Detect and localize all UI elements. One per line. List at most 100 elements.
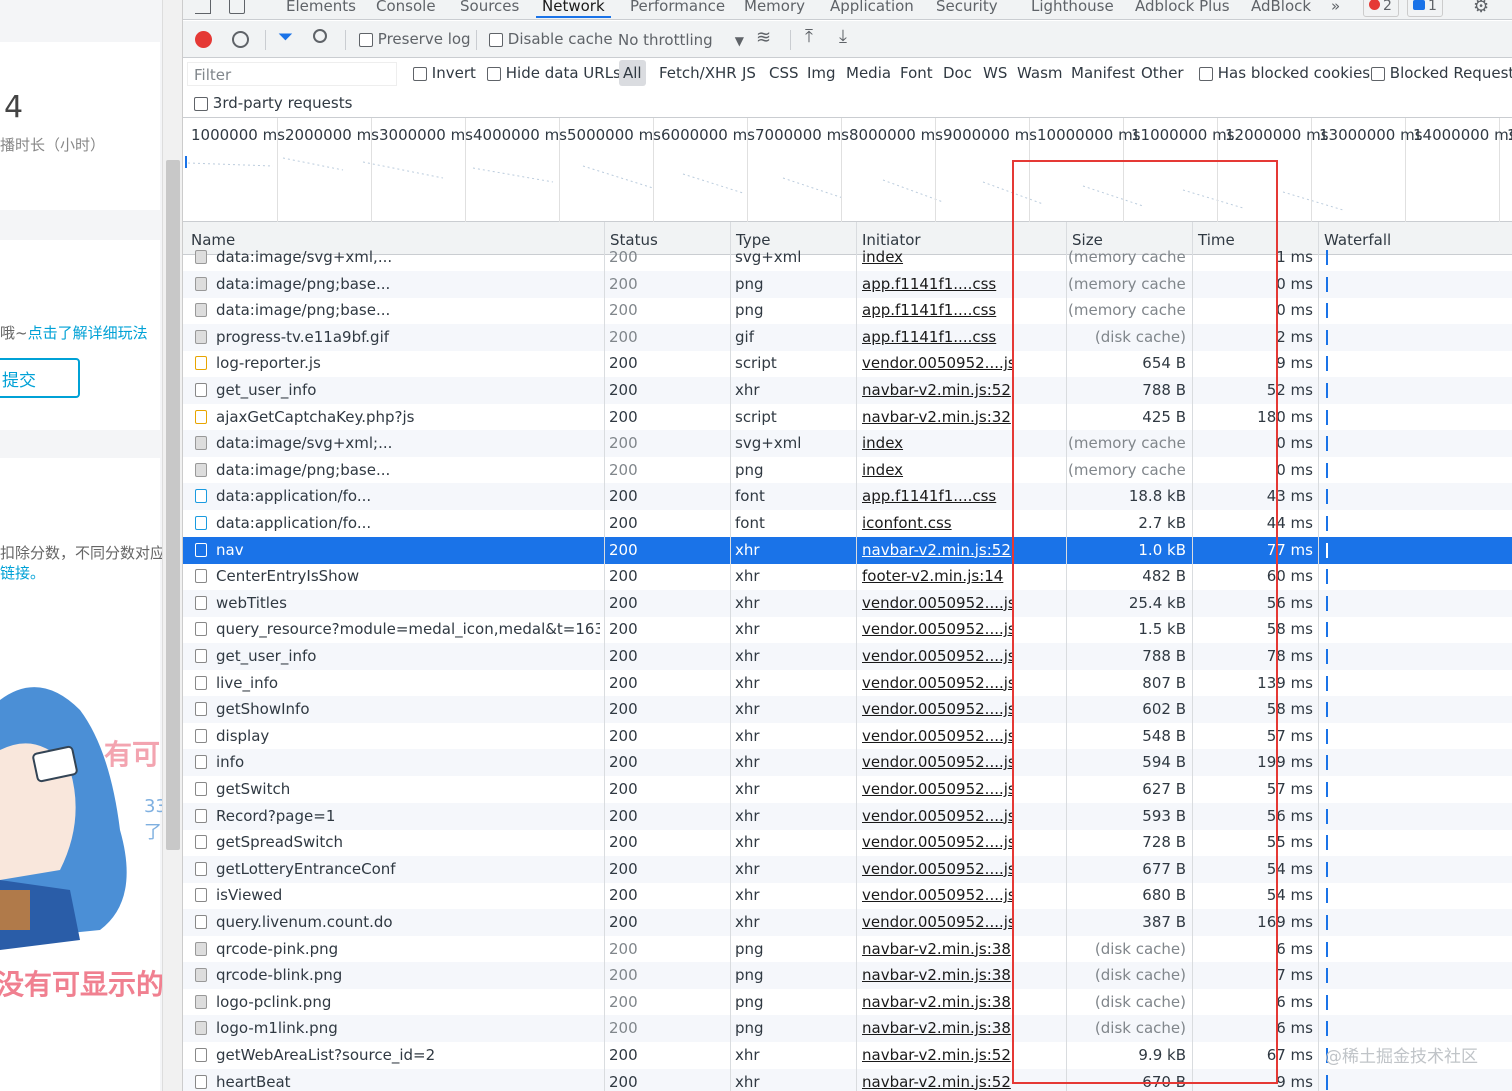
preserve-log-checkbox[interactable] bbox=[359, 32, 373, 47]
tab-elements[interactable]: Elements bbox=[286, 0, 356, 15]
request-initiator-link[interactable]: navbar-v2.min.js:52 bbox=[862, 541, 1012, 559]
table-row[interactable]: query_resource?module=medal_icon,medal&t… bbox=[183, 616, 1512, 643]
request-initiator-link[interactable]: vendor.0050952....js:18 bbox=[862, 833, 1012, 851]
info-link[interactable]: 链接。 bbox=[0, 562, 45, 583]
table-row[interactable]: data:image/svg+xml;... 200 svg+xml index (me… bbox=[183, 430, 1512, 458]
submit-button[interactable]: 提交 bbox=[0, 358, 80, 398]
third-party-checkbox[interactable] bbox=[194, 96, 208, 111]
hide-data-urls-option[interactable]: Hide data URLs bbox=[487, 64, 621, 82]
tab-application[interactable]: Application bbox=[830, 0, 914, 15]
tab-network[interactable]: Network bbox=[536, 0, 611, 18]
request-initiator-link[interactable]: navbar-v2.min.js:52 bbox=[862, 381, 1012, 399]
request-initiator-link[interactable]: footer-v2.min.js:14 bbox=[862, 567, 1012, 585]
table-row[interactable]: CenterEntryIsShow 200 xhr footer-v2.min.js:… bbox=[183, 563, 1512, 590]
table-row[interactable]: heartBeat 200 xhr navbar-v2.min.js:52 670 B 9… bbox=[183, 1068, 1512, 1091]
request-initiator-link[interactable]: app.f1141f1....css bbox=[862, 301, 1012, 319]
request-initiator-link[interactable]: navbar-v2.min.js:52 bbox=[862, 1073, 1012, 1091]
network-conditions-icon[interactable]: ≋ bbox=[756, 27, 771, 48]
request-initiator-link[interactable]: vendor.0050952....js:18 bbox=[862, 753, 1012, 771]
filter-type-wasm[interactable]: Wasm bbox=[1017, 64, 1063, 82]
invert-option[interactable]: Invert bbox=[413, 64, 476, 82]
record-button[interactable] bbox=[195, 31, 212, 48]
filter-type-fetch-xhr[interactable]: Fetch/XHR bbox=[659, 64, 737, 82]
tab-security[interactable]: Security bbox=[936, 0, 998, 15]
table-row[interactable]: ajaxGetCaptchaKey.php?js 200 script navbar-… bbox=[183, 404, 1512, 431]
filter-type-img[interactable]: Img bbox=[807, 64, 836, 82]
request-initiator-link[interactable]: vendor.0050952....js:18 bbox=[862, 780, 1012, 798]
clear-icon[interactable] bbox=[232, 31, 249, 48]
request-initiator-link[interactable]: vendor.0050952....js:18 bbox=[862, 594, 1012, 612]
hide-data-urls-checkbox[interactable] bbox=[487, 66, 501, 81]
table-row[interactable]: log-reporter.js 200 script vendor.0050952..… bbox=[183, 350, 1512, 377]
table-row[interactable]: Record?page=1 200 xhr vendor.0050952....js:… bbox=[183, 802, 1512, 830]
request-initiator-link[interactable]: app.f1141f1....css bbox=[862, 487, 1012, 505]
request-initiator-link[interactable]: vendor.0050952....js:18 bbox=[862, 727, 1012, 745]
table-row[interactable]: live_info 200 xhr vendor.0050952....js:18 80… bbox=[183, 670, 1512, 697]
request-initiator-link[interactable]: vendor.0050952....js:18 bbox=[862, 886, 1012, 904]
page-scrollbar[interactable] bbox=[162, 0, 182, 1091]
table-row[interactable]: qrcode-pink.png 200 png navbar-v2.min.js:38… bbox=[183, 936, 1512, 963]
request-initiator-link[interactable]: app.f1141f1....css bbox=[862, 275, 1012, 293]
filter-type-doc[interactable]: Doc bbox=[943, 64, 972, 82]
blocked-requests-option[interactable]: Blocked Requests bbox=[1371, 64, 1512, 82]
filter-type-js[interactable]: JS bbox=[742, 64, 756, 82]
request-initiator-link[interactable]: navbar-v2.min.js:38 bbox=[862, 1019, 1012, 1037]
request-initiator-link[interactable]: index bbox=[862, 434, 1012, 452]
tab-sources[interactable]: Sources bbox=[460, 0, 519, 15]
has-blocked-cookies-option[interactable]: Has blocked cookies bbox=[1199, 64, 1370, 82]
filter-type-media[interactable]: Media bbox=[846, 64, 891, 82]
search-icon[interactable] bbox=[313, 29, 327, 43]
has-blocked-cookies-checkbox[interactable] bbox=[1199, 66, 1213, 81]
inspect-element-icon[interactable] bbox=[195, 0, 211, 14]
tab-adblock-plus[interactable]: Adblock Plus bbox=[1135, 0, 1230, 15]
table-row[interactable]: getWebAreaList?source_id=2 200 xhr navbar-v… bbox=[183, 1042, 1512, 1069]
request-initiator-link[interactable]: navbar-v2.min.js:38 bbox=[862, 940, 1012, 958]
error-counter[interactable]: 2 bbox=[1363, 0, 1399, 17]
table-row[interactable]: isViewed 200 xhr vendor.0050952....js:18 680… bbox=[183, 882, 1512, 909]
table-row[interactable]: getSpreadSwitch 200 xhr vendor.0050952....j… bbox=[183, 829, 1512, 856]
rules-link[interactable]: 点击了解详细玩法 bbox=[28, 324, 148, 342]
table-row[interactable]: data:image/svg+xml,... 200 svg+xml index (me… bbox=[183, 244, 1512, 271]
request-initiator-link[interactable]: vendor.0050952....js:18 bbox=[862, 620, 1012, 638]
import-har-icon[interactable]: ⤒ bbox=[805, 26, 813, 47]
filter-type-manifest[interactable]: Manifest bbox=[1071, 64, 1135, 82]
tab-adblock[interactable]: AdBlock bbox=[1251, 0, 1311, 15]
request-initiator-link[interactable]: navbar-v2.min.js:38 bbox=[862, 966, 1012, 984]
table-row[interactable]: query.livenum.count.do 200 xhr vendor.00509… bbox=[183, 909, 1512, 936]
timeline-overview[interactable]: 1000000 ms 2000000 ms 3000000 ms 4000000 ms… bbox=[183, 118, 1512, 222]
tab-lighthouse[interactable]: Lighthouse bbox=[1031, 0, 1114, 15]
tab-console[interactable]: Console bbox=[376, 0, 436, 15]
filter-type-css[interactable]: CSS bbox=[769, 64, 799, 82]
invert-checkbox[interactable] bbox=[413, 66, 427, 81]
table-row[interactable]: data:image/png;base... 200 png app.f1141f1.… bbox=[183, 297, 1512, 324]
filter-type-all[interactable]: All bbox=[619, 60, 646, 86]
request-initiator-link[interactable]: vendor.0050952....js:18 bbox=[862, 913, 1012, 931]
tab-memory[interactable]: Memory bbox=[744, 0, 805, 15]
request-initiator-link[interactable]: navbar-v2.min.js:52 bbox=[862, 1046, 1012, 1064]
table-row[interactable]: qrcode-blink.png 200 png navbar-v2.min.js:3… bbox=[183, 962, 1512, 990]
table-row[interactable]: logo-pclink.png 200 png navbar-v2.min.js:38… bbox=[183, 989, 1512, 1016]
table-row[interactable]: data:image/png;base... 200 png app.f1141f1.… bbox=[183, 270, 1512, 298]
page-scrollbar-thumb[interactable] bbox=[166, 160, 180, 850]
table-row[interactable]: progress-tv.e11a9bf.gif 200 gif app.f1141f1… bbox=[183, 323, 1512, 351]
table-row[interactable]: data:image/png;base... 200 png index (memory… bbox=[183, 457, 1512, 484]
table-row[interactable]: getLotteryEntranceConf 200 xhr vendor.00509… bbox=[183, 855, 1512, 883]
request-initiator-link[interactable]: iconfont.css bbox=[862, 514, 1012, 532]
request-initiator-link[interactable]: vendor.0050952....js:18 bbox=[862, 700, 1012, 718]
more-tabs-button[interactable]: » bbox=[1331, 0, 1340, 15]
filter-type-font[interactable]: Font bbox=[900, 64, 933, 82]
filter-icon[interactable]: ⏷ bbox=[278, 26, 293, 48]
disable-cache-option[interactable]: Disable cache bbox=[489, 30, 613, 48]
table-row[interactable]: nav 200 xhr navbar-v2.min.js:52 1.0 kB 77 ms bbox=[183, 536, 1512, 564]
table-row[interactable]: get_user_info 200 xhr vendor.0050952....js:… bbox=[183, 643, 1512, 670]
settings-gear-icon[interactable]: ⚙ bbox=[1473, 0, 1489, 17]
table-row[interactable]: info 200 xhr vendor.0050952....js:18 594 B 19… bbox=[183, 749, 1512, 777]
request-initiator-link[interactable]: vendor.0050952....js:18 bbox=[862, 860, 1012, 878]
table-row[interactable]: webTitles 200 xhr vendor.0050952....js:18 25… bbox=[183, 589, 1512, 617]
request-initiator-link[interactable]: navbar-v2.min.js:32 bbox=[862, 408, 1012, 426]
request-initiator-link[interactable]: navbar-v2.min.js:38 bbox=[862, 993, 1012, 1011]
filter-type-other[interactable]: Other bbox=[1141, 64, 1184, 82]
table-row[interactable]: getSwitch 200 xhr vendor.0050952....js:18 62… bbox=[183, 776, 1512, 803]
tab-performance[interactable]: Performance bbox=[630, 0, 725, 15]
filter-input[interactable]: Filter bbox=[187, 62, 397, 86]
